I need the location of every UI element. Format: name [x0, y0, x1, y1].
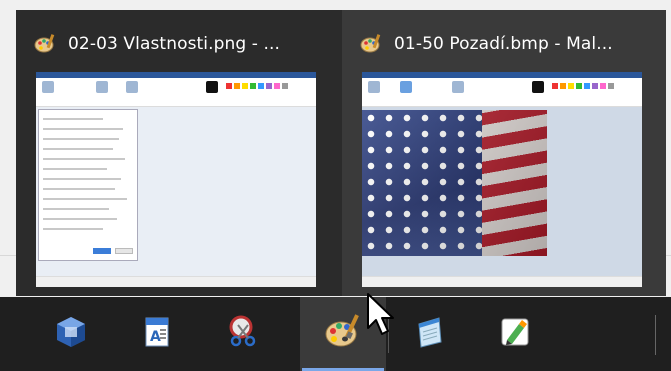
window-thumbnail-2[interactable]: 01-50 Pozadí.bmp - Mal...	[342, 10, 666, 296]
taskbar-item-notepad[interactable]	[386, 297, 472, 371]
svg-text:A: A	[150, 329, 161, 345]
virtualbox-icon	[53, 314, 89, 354]
taskbar-thumbnail-flyout: 02-03 Vlastnosti.png - ... 01-50 Pozadí.…	[16, 10, 666, 296]
pen-app-icon	[497, 314, 533, 354]
paint-palette-icon	[323, 312, 363, 356]
taskbar-item-app[interactable]	[472, 297, 558, 371]
notepad-icon	[411, 314, 447, 354]
taskbar: A	[0, 297, 671, 371]
scissors-icon	[224, 313, 262, 355]
taskbar-item-snipping-tool[interactable]	[200, 297, 286, 371]
preview-ribbon	[362, 72, 642, 107]
show-desktop-edge[interactable]	[655, 315, 656, 355]
thumbnail-title: 02-03 Vlastnosti.png - ...	[68, 34, 281, 54]
window-preview	[362, 72, 642, 287]
taskbar-item-wordpad[interactable]: A	[114, 297, 200, 371]
mouse-cursor-icon	[366, 292, 396, 342]
thumbnail-header: 02-03 Vlastnosti.png - ...	[34, 30, 280, 58]
window-thumbnail-1[interactable]: 02-03 Vlastnosti.png - ...	[16, 10, 340, 296]
paint-icon	[34, 33, 56, 55]
taskbar-item-virtualbox[interactable]	[28, 297, 114, 371]
thumbnail-header: 01-50 Pozadí.bmp - Mal...	[360, 30, 613, 58]
preview-ribbon	[36, 72, 316, 107]
preview-properties-dialog	[38, 109, 138, 261]
thumbnail-title: 01-50 Pozadí.bmp - Mal...	[394, 34, 613, 54]
wordpad-icon: A	[139, 314, 175, 354]
window-preview	[36, 72, 316, 287]
flag-image	[362, 110, 547, 256]
paint-icon	[360, 33, 382, 55]
